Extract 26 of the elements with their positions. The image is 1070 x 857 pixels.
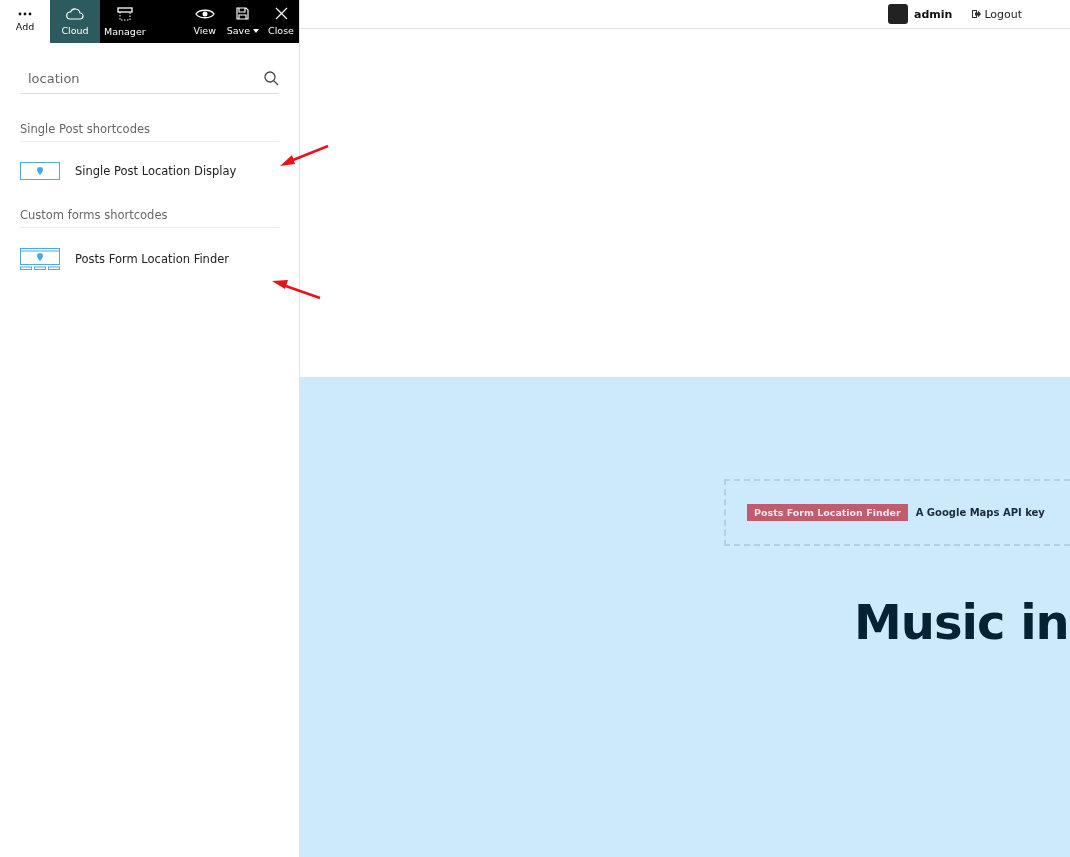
- shortcode-item[interactable]: Single Post Location Display: [20, 162, 279, 180]
- add-button[interactable]: Add: [0, 0, 50, 43]
- notice-text: A Google Maps API key: [915, 507, 1045, 518]
- username: admin: [914, 7, 953, 21]
- section-heading: Single Post shortcodes: [20, 122, 279, 142]
- close-icon: [274, 7, 288, 20]
- caret-icon: [253, 28, 259, 33]
- avatar: [888, 4, 908, 24]
- logout-icon: [972, 10, 982, 18]
- save-icon: [236, 7, 250, 20]
- page-heading: Music in: [854, 594, 1070, 650]
- eye-icon: [194, 7, 215, 20]
- shortcode-tag: Posts Form Location Finder: [747, 504, 908, 521]
- logout-link[interactable]: Logout: [972, 7, 1023, 21]
- annotation-arrow: [280, 144, 330, 168]
- layout-icon: [116, 6, 133, 21]
- cloud-icon: [66, 7, 84, 20]
- location-block-icon: [20, 162, 60, 180]
- search-icon[interactable]: [264, 70, 279, 86]
- annotation-arrow: [272, 278, 322, 300]
- shortcode-item[interactable]: Posts Form Location Finder: [20, 248, 279, 270]
- search-field[interactable]: location: [20, 70, 264, 86]
- more-icon: [18, 11, 32, 16]
- toolbar-button[interactable]: Cloud: [50, 0, 100, 43]
- location-form-icon: [20, 248, 60, 270]
- section-heading: Custom forms shortcodes: [20, 208, 279, 228]
